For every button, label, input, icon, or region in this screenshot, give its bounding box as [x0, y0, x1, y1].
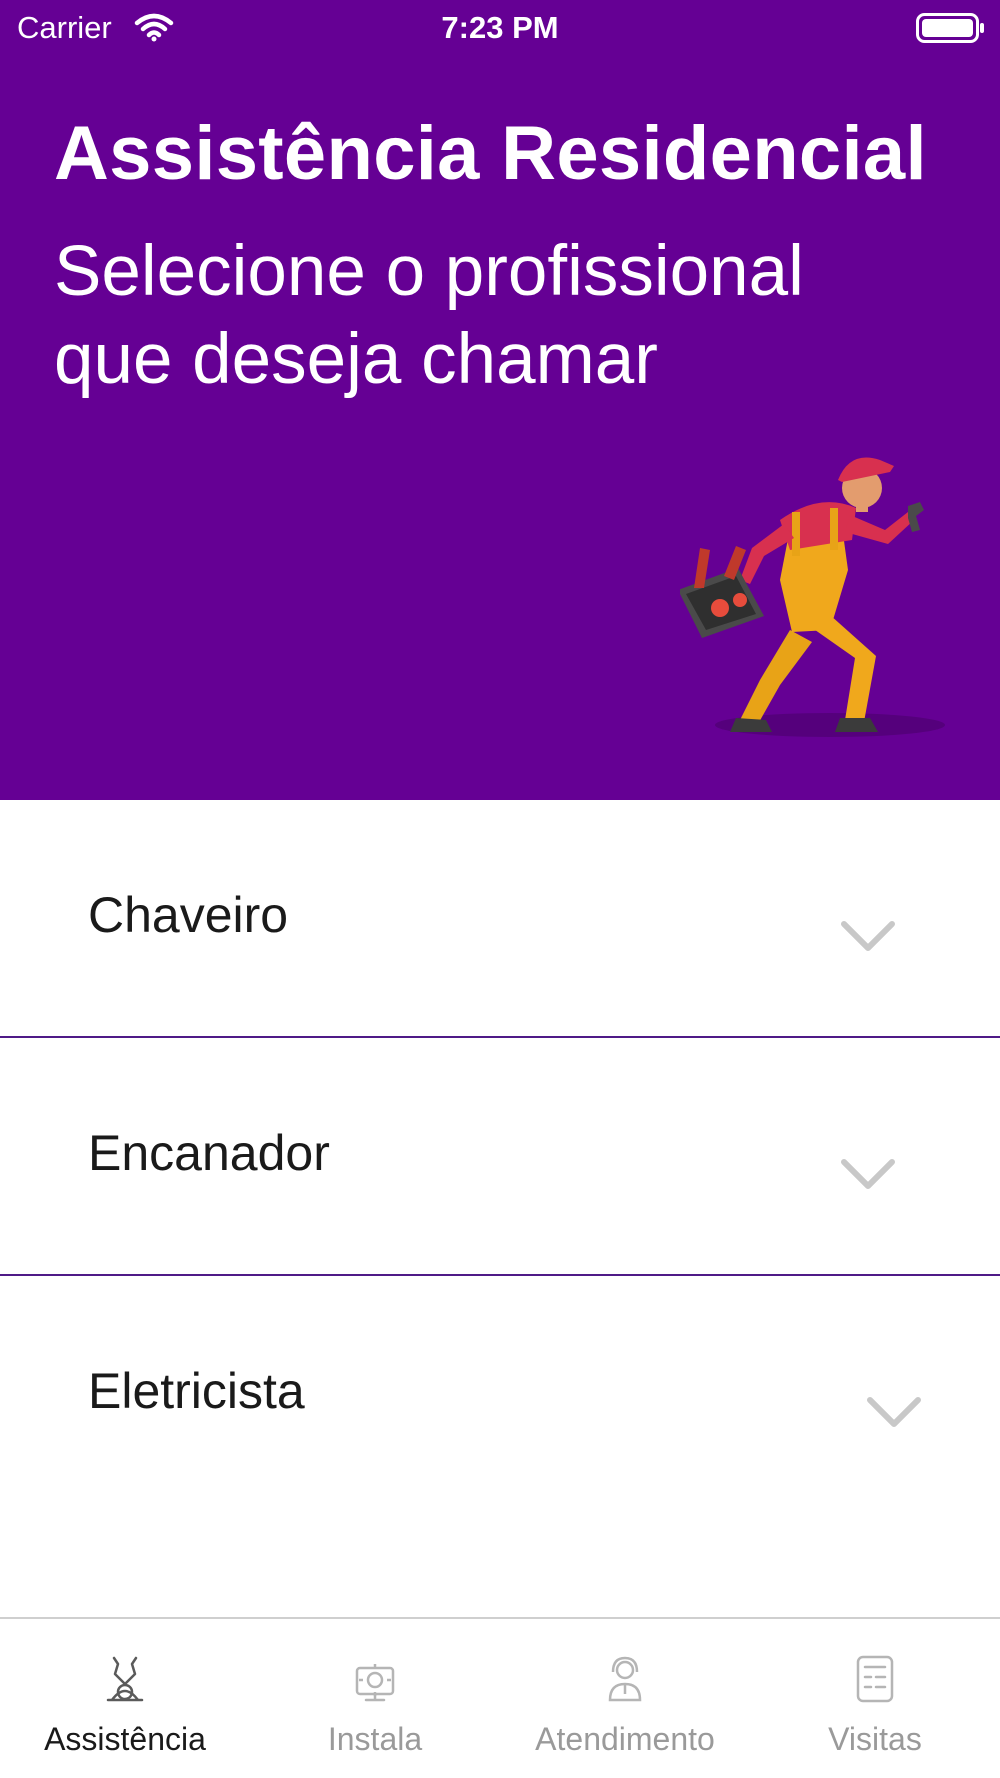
service-item-eletricista[interactable]: Eletricista — [0, 1276, 1000, 1514]
repair-tools-icon — [106, 1656, 144, 1702]
tab-bar: Assistência Instala Atendimento Visitas — [0, 1617, 1000, 1778]
page-title: Assistência Residencial — [54, 111, 927, 196]
service-item-label: Encanador — [88, 1125, 330, 1181]
support-agent-icon — [608, 1656, 642, 1702]
service-item-chaveiro[interactable]: Chaveiro — [0, 800, 1000, 1038]
chevron-down-icon[interactable] — [840, 918, 896, 954]
repairman-illustration — [680, 457, 945, 737]
page-subtitle: Selecione o profissional que deseja cham… — [54, 232, 804, 399]
chevron-down-icon[interactable] — [840, 1156, 896, 1192]
tab-instala[interactable]: Instala — [250, 1619, 500, 1778]
tab-assistencia[interactable]: Assistência — [0, 1619, 250, 1778]
service-list: Chaveiro Encanador Eletricista — [0, 800, 1000, 1514]
service-item-label: Chaveiro — [88, 887, 289, 943]
tab-label: Assistência — [44, 1721, 206, 1757]
tab-label: Visitas — [828, 1721, 922, 1757]
chevron-down-icon[interactable] — [866, 1394, 922, 1430]
clock-label: 7:23 PM — [441, 10, 559, 45]
tab-label: Instala — [327, 1721, 423, 1757]
installation-gear-icon — [355, 1664, 395, 1702]
tab-visitas[interactable]: Visitas — [750, 1619, 1000, 1778]
header-banner: Carrier 7:23 PM Assistência Residencial … — [0, 0, 1000, 800]
service-item-label: Eletricista — [88, 1363, 305, 1419]
tab-label: Atendimento — [535, 1721, 715, 1757]
service-item-encanador[interactable]: Encanador — [0, 1038, 1000, 1276]
battery-icon — [916, 13, 984, 43]
status-bar: Carrier 7:23 PM — [0, 0, 1000, 56]
tab-atendimento[interactable]: Atendimento — [500, 1619, 750, 1778]
checklist-icon — [856, 1655, 894, 1703]
